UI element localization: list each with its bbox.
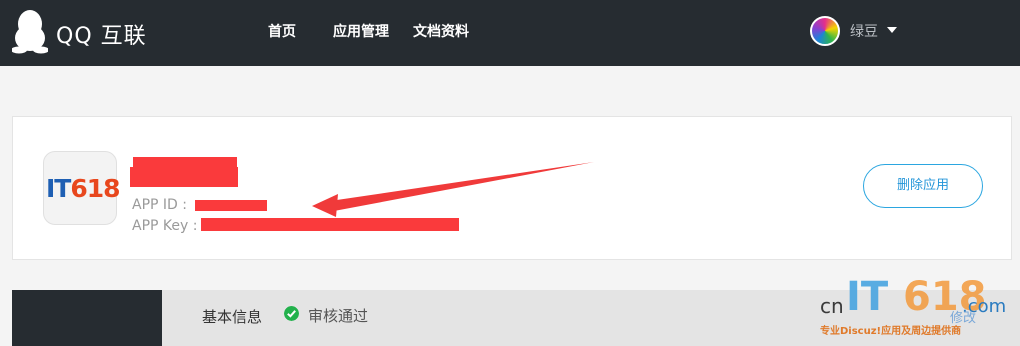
nav-documents[interactable]: 文档资料 [413,21,469,41]
chevron-down-icon[interactable] [887,27,897,33]
app-logo-it: IT [46,174,71,203]
redacted-app-key [201,218,459,231]
check-circle-icon [284,306,299,321]
app-logo-618: 618 [70,174,120,203]
app-info-card: IT618 APP ID : APP Key : 删除应用 [12,116,1012,260]
app-key-label: APP Key : [132,218,198,234]
app-logo-text: IT618 [46,174,121,203]
review-status: 审核通过 [308,307,369,325]
side-menu [12,290,162,346]
user-avatar[interactable] [810,16,840,46]
nav-app-management[interactable]: 应用管理 [333,21,389,41]
top-nav-bar: QQ 互联 首页 应用管理 文档资料 绿豆 [0,0,1020,66]
brand-title[interactable]: QQ 互联 [56,18,147,50]
watermark-it: IT [846,274,889,320]
app-id-label: APP ID : [132,197,187,213]
redacted-app-id [195,200,267,211]
watermark-cn: cn [820,294,844,318]
qq-penguin-icon[interactable] [12,8,48,54]
redacted-app-name-2 [130,167,238,187]
app-logo: IT618 [43,151,121,225]
tab-basic-info[interactable]: 基本信息 [202,306,262,327]
watermark-tagline: 专业Discuz!应用及周边提供商 [820,326,962,337]
nav-home[interactable]: 首页 [268,21,296,41]
delete-app-button[interactable]: 删除应用 [863,164,983,208]
user-name[interactable]: 绿豆 [850,21,878,41]
